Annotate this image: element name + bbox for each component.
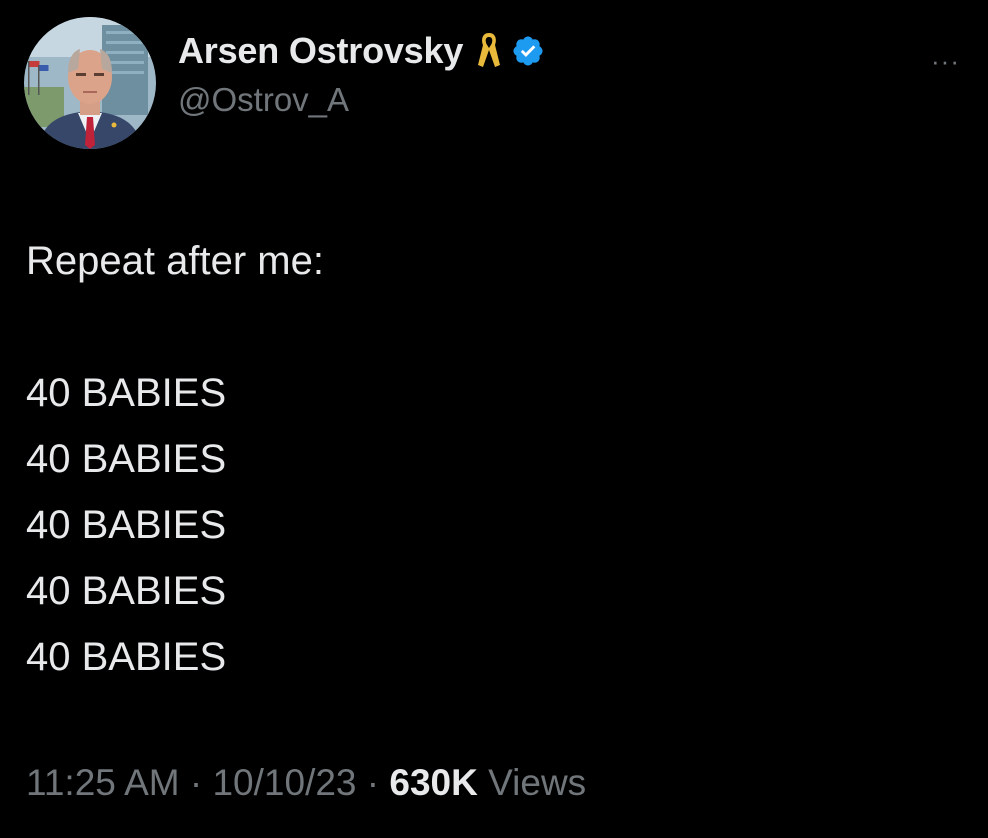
tweet-text-line: 40 BABIES [26, 503, 227, 547]
more-options-icon[interactable]: ··· [931, 46, 960, 77]
views-label: Views [477, 762, 587, 803]
meta-separator: · [356, 762, 390, 803]
author-name-row: Arsen Ostrovsky [178, 25, 545, 77]
verified-badge-icon [511, 34, 545, 68]
tweet-card: Arsen Ostrovsky @Ostrov_A ··· Repeat aft… [0, 0, 988, 838]
views-count: 630K [389, 762, 478, 803]
author-info: Arsen Ostrovsky @Ostrov_A [178, 25, 545, 119]
tweet-text-blank-line [26, 294, 946, 360]
tweet-meta: 11:25 AM · 10/10/23 · 630K Views [26, 762, 586, 804]
author-display-name[interactable]: Arsen Ostrovsky [178, 30, 463, 72]
meta-separator: · [179, 762, 213, 803]
tweet-text-line: 40 BABIES [26, 371, 227, 415]
tweet-text: Repeat after me: 40 BABIES 40 BABIES 40 … [26, 228, 946, 690]
yellow-ribbon-icon [477, 31, 501, 71]
avatar[interactable] [24, 17, 156, 149]
tweet-text-line: 40 BABIES [26, 437, 227, 481]
tweet-text-line: 40 BABIES [26, 635, 227, 679]
tweet-text-line: 40 BABIES [26, 569, 227, 613]
tweet-text-lead: Repeat after me: [26, 239, 324, 283]
tweet-header: Arsen Ostrovsky @Ostrov_A [24, 16, 545, 150]
tweet-date[interactable]: 10/10/23 [212, 762, 356, 803]
tweet-time[interactable]: 11:25 AM [26, 762, 180, 803]
author-handle[interactable]: @Ostrov_A [178, 81, 545, 119]
